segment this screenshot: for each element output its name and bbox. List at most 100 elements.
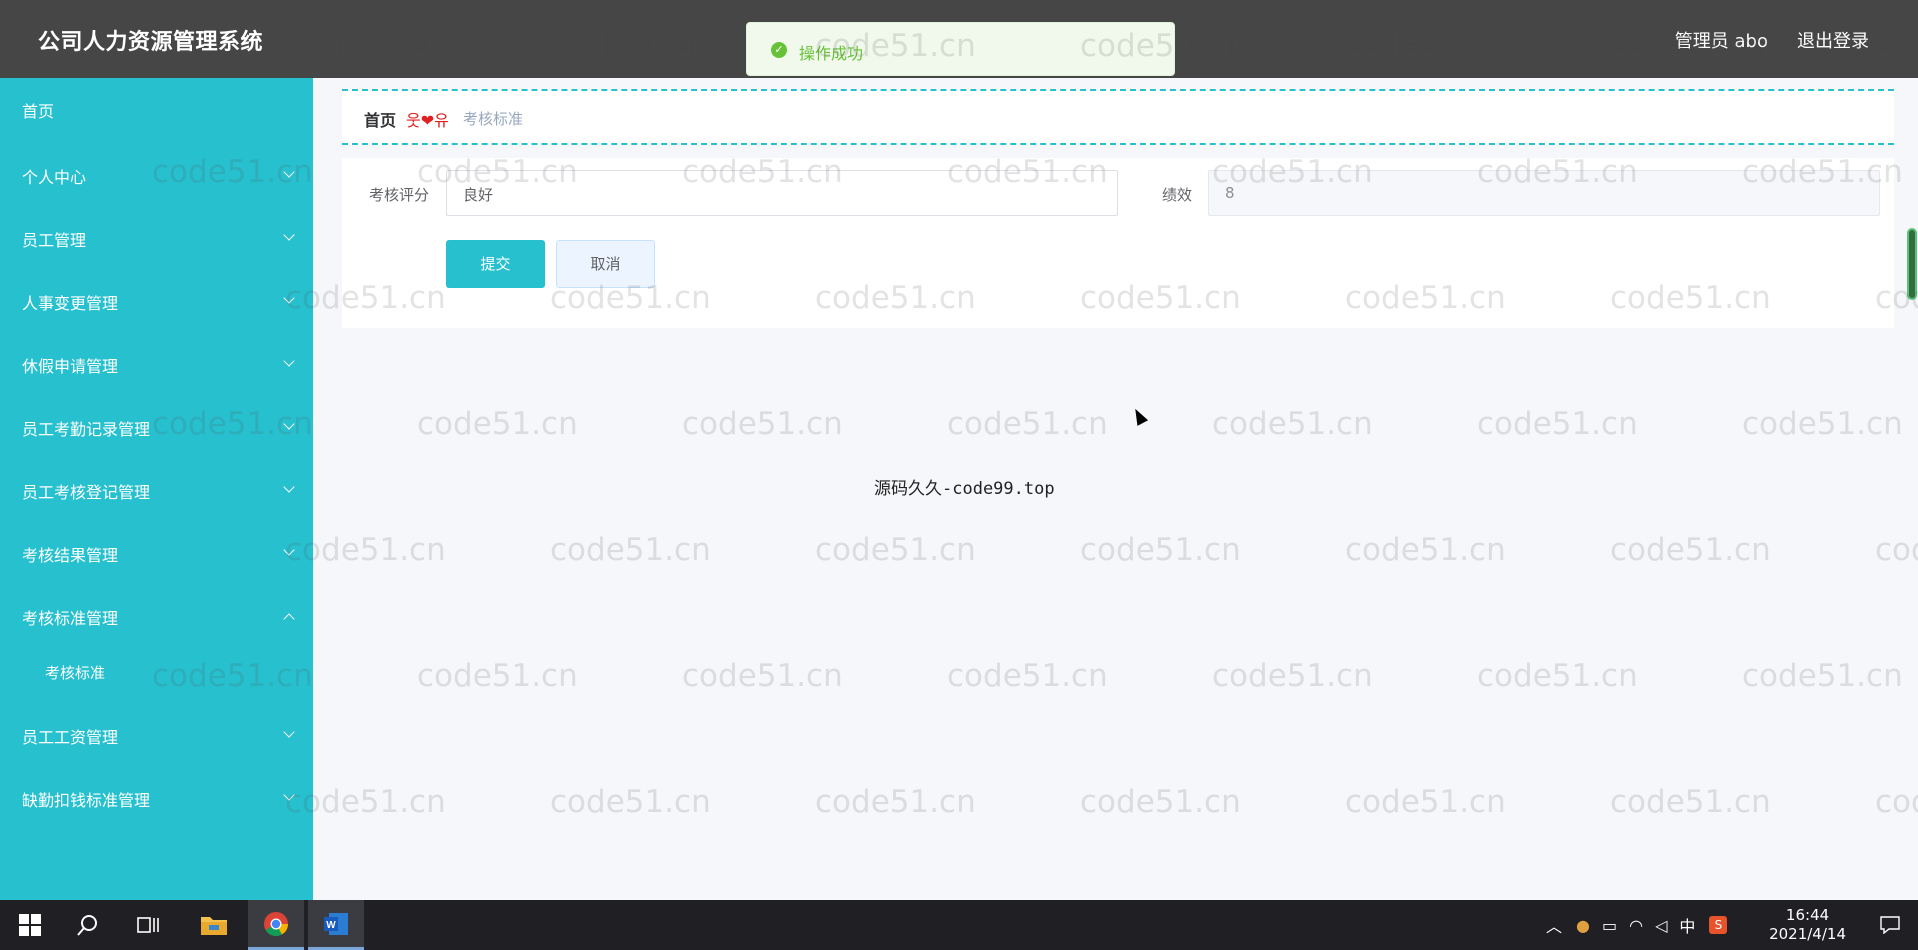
- watermark-text: code51.cn: [947, 658, 1108, 694]
- sidebar-item-attendance[interactable]: 员工考勤记录管理: [0, 402, 313, 452]
- sidebar-item-employees[interactable]: 员工管理: [0, 213, 313, 263]
- watermark-text: code51.cn: [1477, 406, 1638, 442]
- sidebar-item-assessment-registration[interactable]: 员工考核登记管理: [0, 465, 313, 515]
- battery-icon[interactable]: ▭: [1602, 916, 1617, 935]
- watermark-text: code51.cn: [550, 532, 711, 568]
- watermark-text: code51.cn: [550, 784, 711, 820]
- sidebar-item-label: 员工管理: [22, 231, 87, 250]
- scrollbar-thumb[interactable]: [1907, 228, 1917, 300]
- chevron-down-icon: [283, 726, 295, 738]
- sidebar-item-assessment-results[interactable]: 考核结果管理: [0, 528, 313, 578]
- current-user-label: 管理员 abo: [1674, 31, 1768, 52]
- success-toast: ✓ 操作成功: [746, 22, 1175, 76]
- edit-form: 考核评分 良好 绩效 8 提交 取消: [342, 158, 1894, 328]
- sidebar-item-label: 首页: [22, 102, 55, 121]
- watermark-text: code51.cn: [417, 658, 578, 694]
- watermark-text: code51.cn: [1742, 406, 1903, 442]
- sidebar-item-personnel-changes[interactable]: 人事变更管理: [0, 276, 313, 326]
- clock-date: 2021/4/14: [1769, 925, 1846, 943]
- watermark-text: code51.cn: [1875, 532, 1918, 568]
- chevron-down-icon: [283, 166, 295, 178]
- performance-input[interactable]: 8: [1208, 170, 1880, 216]
- toast-message: 操作成功: [799, 44, 864, 63]
- watermark-text: code51.cn: [947, 406, 1108, 442]
- sidebar-item-salary[interactable]: 员工工资管理: [0, 710, 313, 760]
- sidebar-item-label: 人事变更管理: [22, 294, 119, 313]
- sidebar-item-label: 缺勤扣钱标准管理: [22, 791, 151, 810]
- sidebar-item-label: 员工工资管理: [22, 728, 119, 747]
- chevron-up-icon: [283, 613, 295, 625]
- network-icon[interactable]: ◠: [1629, 916, 1643, 935]
- sidebar-item-label: 个人中心: [22, 168, 87, 187]
- taskbar-clock[interactable]: 16:44 2021/4/14: [1769, 906, 1846, 944]
- chevron-down-icon: [283, 355, 295, 367]
- performance-value: 8: [1225, 184, 1235, 202]
- performance-label: 绩效: [1162, 186, 1193, 204]
- watermark-text: code51.cn: [417, 406, 578, 442]
- sidebar-item-leave-requests[interactable]: 休假申请管理: [0, 339, 313, 389]
- submit-button[interactable]: 提交: [446, 240, 545, 288]
- watermark-text: code51.cn: [1875, 784, 1918, 820]
- search-icon[interactable]: [60, 900, 116, 950]
- breadcrumb-current: 考核标准: [463, 110, 524, 128]
- chevron-down-icon: [283, 544, 295, 556]
- show-hidden-icons-icon[interactable]: ︿: [1546, 913, 1562, 937]
- watermark-text: code51.cn: [1610, 532, 1771, 568]
- file-explorer-icon[interactable]: [186, 900, 242, 950]
- breadcrumb-home[interactable]: 首页: [364, 107, 396, 131]
- input-method-indicator[interactable]: 中: [1679, 913, 1695, 937]
- cancel-button[interactable]: 取消: [556, 240, 655, 288]
- chrome-icon[interactable]: [248, 900, 304, 950]
- watermark-text: code51.cn: [1742, 658, 1903, 694]
- windows-taskbar: W ︿ ● ▭ ◠ ◁ 中 S 16:44 2021/4/14: [0, 900, 1918, 950]
- chevron-down-icon: [283, 229, 295, 241]
- sidebar-item-profile[interactable]: 个人中心: [0, 150, 313, 200]
- chevron-down-icon: [283, 418, 295, 430]
- windows-start-icon[interactable]: [2, 900, 58, 950]
- notification-center-icon[interactable]: [1862, 900, 1918, 950]
- svg-text:W: W: [326, 920, 336, 931]
- watermark-text: code51.cn: [1477, 658, 1638, 694]
- rating-label: 考核评分: [369, 186, 430, 204]
- mouse-cursor-icon: [1129, 406, 1149, 426]
- sidebar-item-absence-deduction[interactable]: 缺勤扣钱标准管理: [0, 773, 313, 823]
- success-check-icon: ✓: [771, 42, 787, 58]
- rating-value: 良好: [463, 186, 494, 204]
- sidebar-item-label: 考核标准管理: [22, 609, 119, 628]
- task-view-icon[interactable]: [120, 900, 176, 950]
- sidebar-item-label: 员工考勤记录管理: [22, 420, 151, 439]
- watermark-text: code51.cn: [1610, 784, 1771, 820]
- chevron-down-icon: [283, 789, 295, 801]
- word-icon[interactable]: W: [308, 900, 364, 950]
- watermark-text: code51.cn: [815, 784, 976, 820]
- sidebar-item-label: 考核标准: [45, 664, 106, 682]
- sogou-ime-icon[interactable]: S: [1709, 916, 1728, 934]
- source-watermark-text: 源码久久-code99.top: [874, 479, 1055, 499]
- watermark-text: code51.cn: [1212, 406, 1373, 442]
- breadcrumb-separator: 웃❤유: [406, 111, 449, 130]
- sidebar-item-label: 考核结果管理: [22, 546, 119, 565]
- app-title: 公司人力资源管理系统: [38, 30, 264, 55]
- rating-input[interactable]: 良好: [446, 170, 1118, 216]
- watermark-text: code51.cn: [682, 406, 843, 442]
- watermark-text: code51.cn: [1080, 784, 1241, 820]
- clock-time: 16:44: [1785, 906, 1830, 924]
- breadcrumb: 首页 웃❤유 考核标准: [342, 89, 1894, 145]
- system-tray: ︿ ● ▭ ◠ ◁ 中 S: [1546, 900, 1728, 950]
- watermark-text: code51.cn: [1345, 784, 1506, 820]
- watermark-text: code51.cn: [1212, 658, 1373, 694]
- sidebar-item-label: 休假申请管理: [22, 357, 119, 376]
- logout-link[interactable]: 退出登录: [1797, 27, 1869, 53]
- watermark-text: code51.cn: [682, 658, 843, 694]
- sidebar-item-label: 员工考核登记管理: [22, 483, 151, 502]
- qq-icon[interactable]: ●: [1576, 916, 1590, 935]
- watermark-text: code51.cn: [1345, 532, 1506, 568]
- sidebar-item-home[interactable]: 首页: [0, 84, 313, 134]
- sidebar-subitem-assessment-standard[interactable]: 考核标准: [0, 648, 313, 698]
- volume-icon[interactable]: ◁: [1655, 916, 1667, 935]
- watermark-text: code51.cn: [815, 532, 976, 568]
- chevron-down-icon: [283, 481, 295, 493]
- chevron-down-icon: [283, 292, 295, 304]
- sidebar-item-assessment-standards[interactable]: 考核标准管理: [0, 591, 313, 641]
- watermark-text: code51.cn: [1080, 532, 1241, 568]
